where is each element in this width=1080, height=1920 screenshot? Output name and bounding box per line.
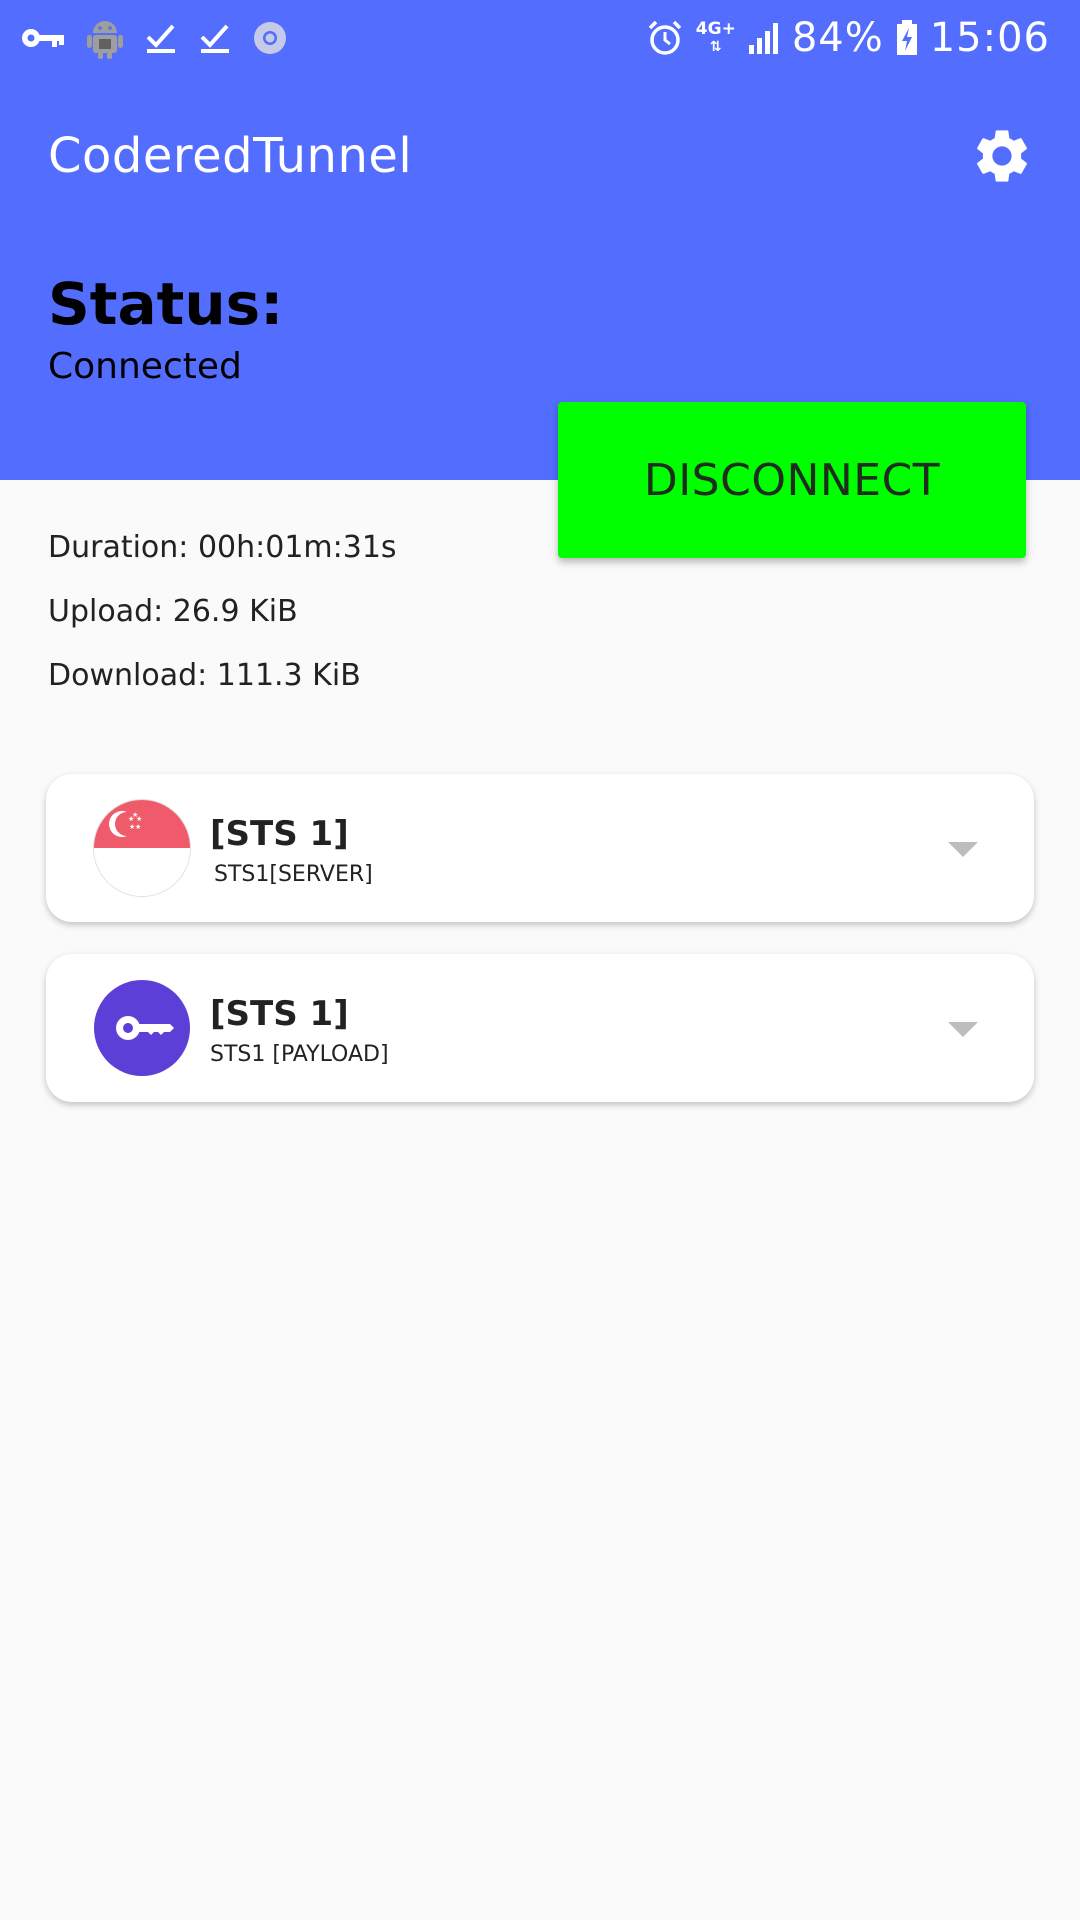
vpn-key-icon [22,29,64,47]
checkmark-icon [200,24,229,53]
app-title: CoderedTunnel [48,128,413,184]
chrome-icon [254,22,286,54]
system-status: 4G+ ⇅ 84% 15:06 [646,14,1050,62]
svg-text:★: ★ [135,823,141,831]
notification-icons [20,16,288,60]
duration-text: Duration: 00h:01m:31s [48,530,397,565]
battery-charging-icon [896,20,917,55]
server-selector-card[interactable]: ★ ★ ★ ★ ★ [STS 1] STS1[SERVER] [46,774,1034,922]
payload-card-subtitle: STS1 [PAYLOAD] [210,1042,389,1067]
singapore-flag-icon: ★ ★ ★ ★ ★ [94,800,190,896]
payload-selector-card[interactable]: [STS 1] STS1 [PAYLOAD] [46,954,1034,1102]
network-type: 4G+ ⇅ [695,19,736,55]
clock: 15:06 [929,15,1050,61]
gear-icon [977,130,1027,182]
server-card-subtitle: STS1[SERVER] [214,862,373,887]
svg-text:★: ★ [132,811,138,819]
alarm-icon [648,20,682,55]
status-value: Connected [48,346,242,387]
status-bar: 4G+ ⇅ 84% 15:06 [0,0,1080,76]
chevron-down-icon[interactable] [948,842,978,857]
server-card-title: [STS 1] [210,814,349,854]
payload-card-title: [STS 1] [210,994,349,1034]
download-text: Download: 111.3 KiB [48,658,361,693]
upload-text: Upload: 26.9 KiB [48,594,298,629]
settings-button[interactable] [966,120,1038,192]
checkmark-icon [146,24,175,53]
key-icon [94,980,190,1076]
chevron-down-icon[interactable] [948,1022,978,1037]
battery-percent: 84% [791,15,884,61]
status-label: Status: [48,270,284,338]
disconnect-button[interactable]: DISCONNECT [558,402,1026,558]
signal-icon [748,23,778,54]
android-debug-icon [87,21,123,59]
